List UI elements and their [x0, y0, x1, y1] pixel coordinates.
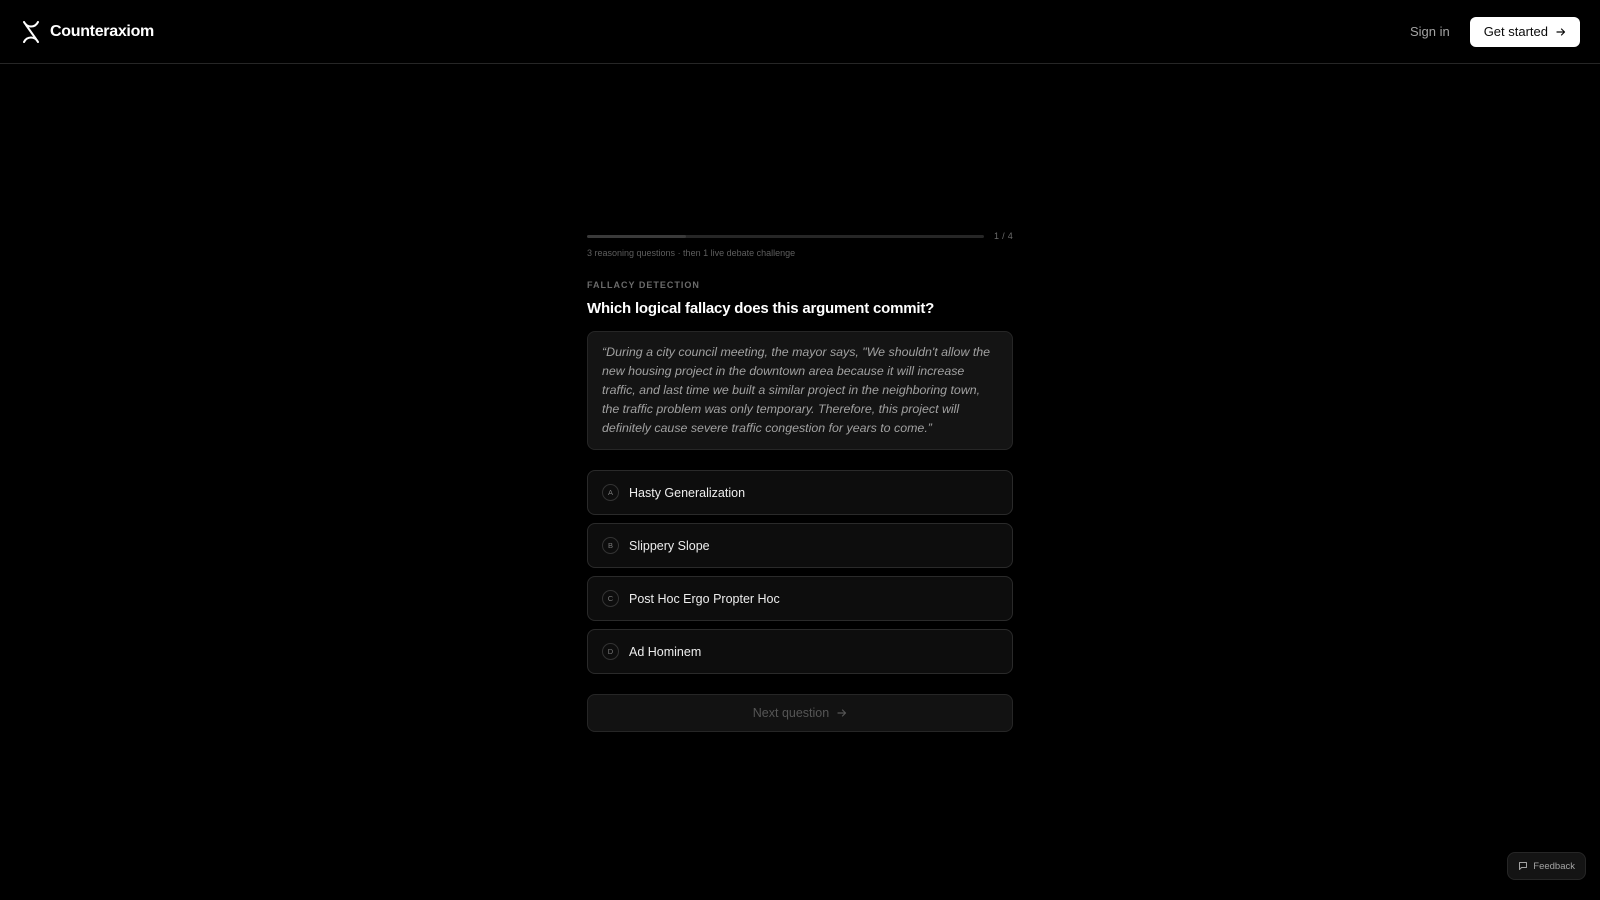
- option-label: Hasty Generalization: [629, 485, 746, 500]
- next-question-button[interactable]: Next question: [587, 694, 1013, 732]
- feedback-label: Feedback: [1533, 860, 1575, 872]
- option-letter-badge: B: [602, 537, 619, 554]
- option-letter-badge: A: [602, 484, 619, 501]
- next-question-label: Next question: [752, 706, 830, 720]
- answer-option-a[interactable]: A Hasty Generalization: [587, 470, 1013, 515]
- question-category: FALLACY DETECTION: [587, 280, 700, 290]
- argument-quote: “During a city council meeting, the mayo…: [587, 331, 1013, 450]
- progress-count: 1 / 4: [993, 231, 1013, 241]
- get-started-label: Get started: [1483, 24, 1548, 39]
- question-title: Which logical fallacy does this argument…: [587, 300, 935, 317]
- option-label: Post Hoc Ergo Propter Hoc: [629, 591, 780, 606]
- quiz-subtitle: 3 reasoning questions · then 1 live deba…: [587, 248, 796, 258]
- top-navigation-bar: Counteraxiom Sign in Get started: [0, 0, 1600, 64]
- answer-option-d[interactable]: D Ad Hominem: [587, 629, 1013, 674]
- arrow-right-icon: [1556, 27, 1566, 36]
- brand[interactable]: Counteraxiom: [22, 20, 154, 43]
- arrow-right-icon: [837, 709, 847, 717]
- sign-in-link[interactable]: Sign in: [1410, 24, 1450, 39]
- brand-name: Counteraxiom: [50, 22, 154, 40]
- answer-option-b[interactable]: B Slippery Slope: [587, 523, 1013, 568]
- option-letter-badge: D: [602, 643, 619, 660]
- feedback-button[interactable]: Feedback: [1507, 852, 1586, 880]
- message-square-icon: [1519, 862, 1528, 870]
- get-started-button[interactable]: Get started: [1469, 16, 1580, 47]
- answer-option-c[interactable]: C Post Hoc Ergo Propter Hoc: [587, 576, 1013, 621]
- progress-row: 1 / 4: [587, 228, 1013, 244]
- answer-options: A Hasty Generalization B Slippery Slope …: [587, 470, 1013, 674]
- option-label: Slippery Slope: [629, 538, 710, 553]
- progress-bar-fill: [587, 234, 687, 238]
- option-label: Ad Hominem: [629, 644, 702, 659]
- nav-actions: Sign in Get started: [1410, 16, 1580, 47]
- counteraxiom-logo-icon: [23, 20, 39, 43]
- option-letter-badge: C: [602, 590, 619, 607]
- quiz-card: 1 / 4 3 reasoning questions · then 1 liv…: [587, 228, 1013, 732]
- progress-bar: [587, 234, 984, 238]
